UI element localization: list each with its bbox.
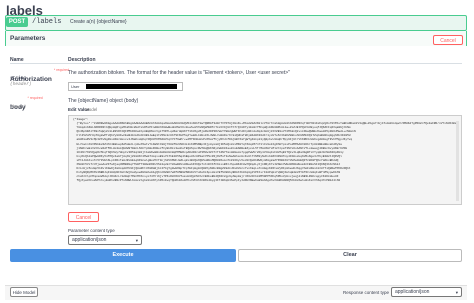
divider [10, 63, 462, 64]
body-line: fQyXywUlFe2UPhlLyEmOhvBNcPTuNNWL6cmc2lgb… [73, 179, 341, 183]
param-location: (body) [10, 105, 27, 110]
method-badge: POST [6, 17, 28, 27]
cancel-button[interactable]: Cancel [68, 212, 99, 222]
select-value: application/json [395, 289, 430, 295]
required-mark: * required [53, 68, 70, 72]
body-textarea[interactable]: {"Image": {"Bytes":"iVBORw0KGgoAAAANSUhE… [68, 115, 462, 205]
param-description: The {objectName} object (body) [68, 98, 139, 104]
parameter-content-type-select[interactable]: application/json ▾ [68, 235, 142, 245]
chevron-down-icon: ▾ [135, 238, 138, 243]
param-type: string [10, 76, 27, 81]
authorization-input-value: User [71, 84, 80, 89]
operation-path: /labels [32, 18, 62, 26]
response-content-type-label: Response content type [343, 290, 390, 295]
response-content-type-select[interactable]: application/json ▾ [391, 287, 462, 297]
param-description: The authorization bitoken. The format fo… [68, 70, 290, 76]
parameters-header [5, 31, 467, 46]
operation-summary: Create a(n) {objectName} [70, 19, 127, 25]
chevron-down-icon: ▾ [455, 290, 458, 295]
tab-model[interactable]: Model [85, 107, 97, 112]
clear-button[interactable]: Clear [238, 249, 462, 262]
select-value: application/json [72, 237, 107, 243]
hide-model-button[interactable]: Hide Model [10, 287, 38, 297]
parameters-title: Parameters [10, 35, 46, 42]
textarea-scrollbar[interactable] [456, 121, 459, 201]
try-out-cancel-button[interactable]: Cancel [433, 35, 463, 45]
param-location: (header) [10, 82, 32, 87]
parameter-content-type-label: Parameter content type [68, 228, 115, 233]
execute-button[interactable]: Execute [10, 249, 236, 262]
redaction-bar [86, 84, 177, 89]
required-mark: * required [27, 96, 43, 100]
